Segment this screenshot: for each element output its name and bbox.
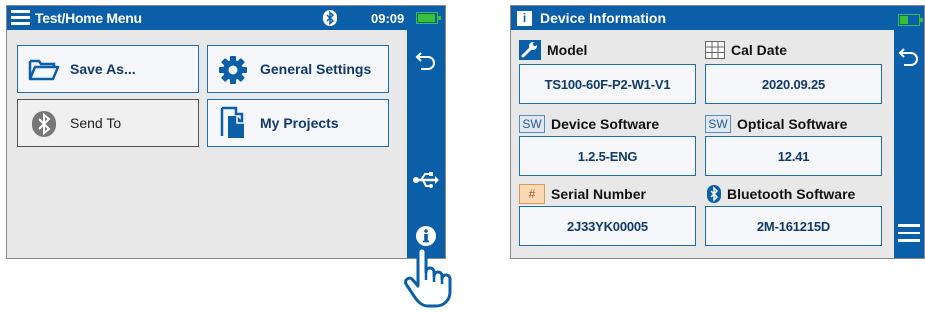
serial-number-label: Serial Number bbox=[551, 186, 646, 202]
save-as-label: Save As... bbox=[70, 61, 136, 77]
save-as-button[interactable]: Save As... bbox=[17, 45, 199, 93]
optical-software-value: 12.41 bbox=[705, 136, 882, 176]
bluetooth-software-value: 2M-161215D bbox=[705, 206, 882, 246]
general-settings-button[interactable]: General Settings bbox=[207, 45, 389, 93]
title-bar: i Device Information bbox=[511, 6, 896, 30]
cal-date-value: 2020.09.25 bbox=[705, 64, 882, 104]
optical-software-label: Optical Software bbox=[737, 116, 848, 132]
folder-icon bbox=[28, 59, 60, 81]
screen-title: Test/Home Menu bbox=[35, 10, 142, 26]
info-badge-icon: i bbox=[517, 11, 532, 26]
bluetooth-icon bbox=[323, 10, 337, 26]
hamburger-menu-icon[interactable] bbox=[898, 224, 920, 242]
general-settings-label: General Settings bbox=[260, 61, 372, 77]
info-icon[interactable] bbox=[415, 225, 437, 247]
calendar-icon bbox=[705, 41, 725, 59]
pointing-hand-icon bbox=[404, 246, 452, 308]
right-sidebar bbox=[407, 30, 445, 258]
device-software-value: 1.2.5-ENG bbox=[519, 136, 696, 176]
screen-title: Device Information bbox=[540, 10, 667, 26]
home-menu-screen: Test/Home Menu 09:09 Save As... General … bbox=[6, 5, 446, 259]
bluetooth-icon bbox=[707, 185, 721, 203]
documents-icon bbox=[220, 106, 244, 138]
my-projects-button[interactable]: My Projects bbox=[207, 99, 389, 147]
bluetooth-icon bbox=[32, 111, 56, 137]
cal-date-label: Cal Date bbox=[731, 42, 788, 58]
bluetooth-software-label: Bluetooth Software bbox=[727, 186, 856, 202]
sw-badge-icon: SW bbox=[705, 115, 731, 133]
send-to-label: Send To bbox=[70, 115, 122, 131]
clock-time: 09:09 bbox=[371, 11, 405, 26]
device-information-screen: i Device Information Model TS100-60F-P2-… bbox=[510, 5, 925, 259]
gear-icon bbox=[219, 56, 247, 84]
back-arrow-icon[interactable] bbox=[415, 50, 437, 70]
title-bar: Test/Home Menu 09:09 bbox=[7, 6, 445, 30]
model-value: TS100-60F-P2-W1-V1 bbox=[519, 64, 696, 104]
send-to-button[interactable]: Send To bbox=[17, 99, 199, 147]
wrench-icon bbox=[519, 40, 541, 60]
hash-badge-icon: # bbox=[519, 184, 545, 204]
serial-number-value: 2J33YK00005 bbox=[519, 206, 696, 246]
sw-badge-icon: SW bbox=[519, 115, 545, 133]
model-label: Model bbox=[547, 42, 588, 58]
battery-icon bbox=[416, 12, 441, 24]
battery-icon bbox=[898, 14, 923, 26]
device-software-label: Device Software bbox=[551, 116, 660, 132]
usb-icon[interactable] bbox=[413, 172, 439, 188]
back-arrow-icon[interactable] bbox=[898, 46, 922, 66]
right-sidebar bbox=[894, 6, 924, 258]
my-projects-label: My Projects bbox=[260, 115, 339, 131]
hamburger-menu-icon[interactable] bbox=[11, 10, 30, 25]
